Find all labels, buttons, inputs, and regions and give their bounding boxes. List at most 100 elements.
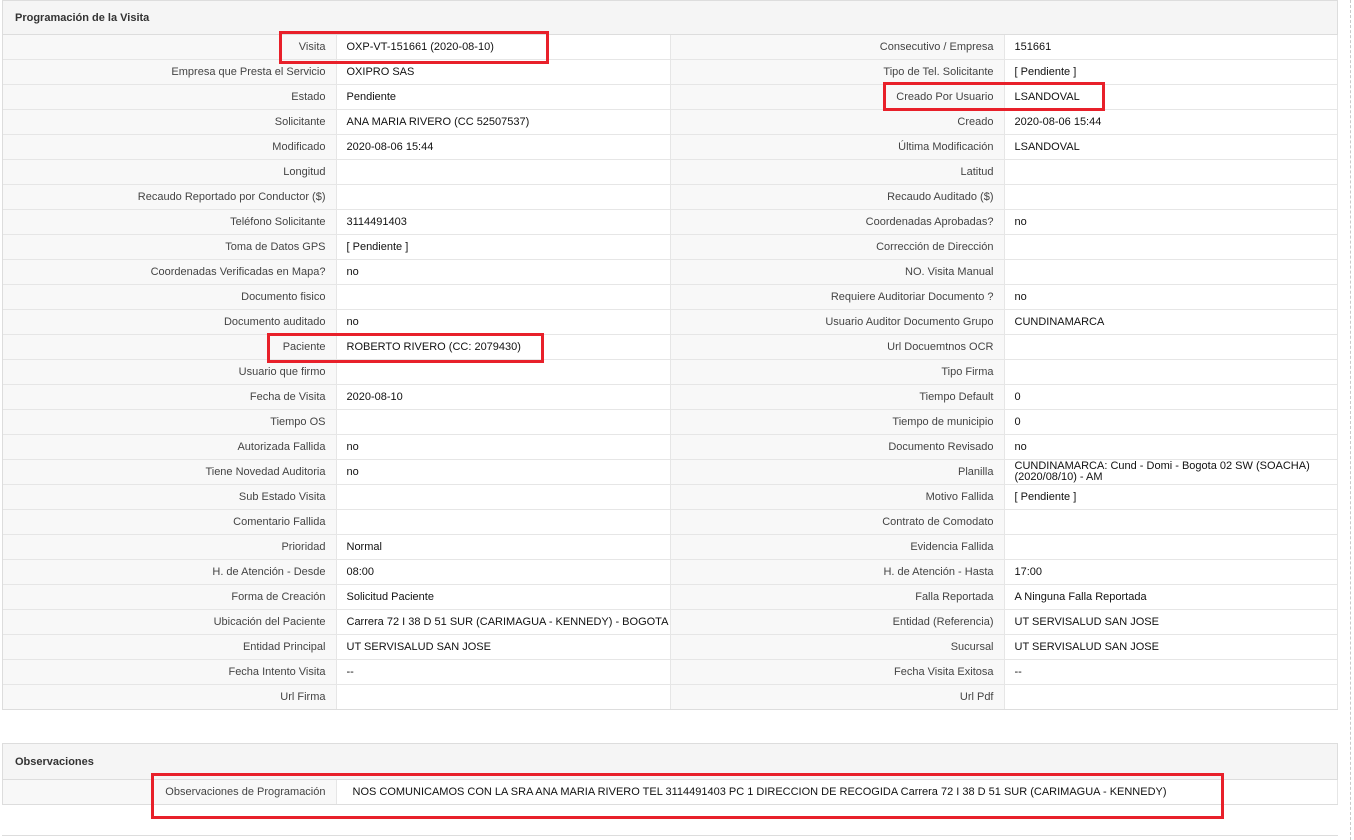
bottom-divider [2,835,1338,836]
field-value [1004,509,1338,535]
field-label: Documento fisico [3,284,337,310]
table-row: Comentario Fallida Contrato de Comodato [3,509,1338,535]
field-value: [ Pendiente ] [1004,484,1338,510]
field-value: OXP-VT-151661 (2020-08-10) [336,35,671,60]
field-label: Entidad (Referencia) [670,609,1005,635]
field-value: [ Pendiente ] [336,234,671,260]
field-value: no [336,259,671,285]
programacion-title: Programación de la Visita [3,1,1337,35]
field-value: no [336,434,671,460]
field-value: ANA MARIA RIVERO (CC 52507537) [336,109,671,135]
field-label: Requiere Auditoriar Documento ? [670,284,1005,310]
field-label: Creado Por Usuario [670,84,1005,110]
field-value: 2020-08-06 15:44 [336,134,671,160]
field-label: Consecutivo / Empresa [670,35,1005,60]
field-label: Autorizada Fallida [3,434,337,460]
observaciones-value: NOS COMUNICAMOS CON LA SRA ANA MARIA RIV… [336,780,1338,804]
field-value [336,509,671,535]
table-row: Forma de Creación Solicitud Paciente Falla… [3,584,1338,610]
field-label: NO. Visita Manual [670,259,1005,285]
field-value: [ Pendiente ] [1004,59,1338,85]
table-row: Longitud Latitud [3,159,1338,185]
field-label: Tipo Firma [670,359,1005,385]
field-label: Teléfono Solicitante [3,209,337,235]
field-label: Creado [670,109,1005,135]
field-value: 2020-08-06 15:44 [1004,109,1338,135]
field-label: Coordenadas Verificadas en Mapa? [3,259,337,285]
field-label: Fecha Intento Visita [3,659,337,685]
field-value: no [1004,434,1338,460]
field-label: Estado [3,84,337,110]
field-value [1004,259,1338,285]
field-label: Planilla [670,459,1005,485]
field-value [1004,334,1338,360]
field-value: 3114491403 [336,209,671,235]
field-label: Entidad Principal [3,634,337,660]
field-value: no [336,459,671,485]
field-label: Sucursal [670,634,1005,660]
field-label: Prioridad [3,534,337,560]
field-value: ROBERTO RIVERO (CC: 2079430) [336,334,671,360]
field-value: Carrera 72 I 38 D 51 SUR (CARIMAGUA - KE… [336,609,671,635]
field-label: Url Firma [3,684,337,709]
table-row: Tiene Novedad Auditoria no Planilla CUNDIN… [3,459,1338,485]
field-label: Toma de Datos GPS [3,234,337,260]
field-label: H. de Atención - Hasta [670,559,1005,585]
field-value: Solicitud Paciente [336,584,671,610]
field-value [1004,359,1338,385]
field-value: 0 [1004,409,1338,435]
table-row: Toma de Datos GPS[ Pendiente ] Corrección… [3,234,1338,260]
field-value: A Ninguna Falla Reportada [1004,584,1338,610]
field-value [336,484,671,510]
field-label: Latitud [670,159,1005,185]
field-label: Solicitante [3,109,337,135]
table-row: Documento auditado no Usuario Auditor Doc… [3,309,1338,335]
field-label: Usuario que firmo [3,359,337,385]
field-value: UT SERVISALUD SAN JOSE [1004,634,1338,660]
observaciones-label: Observaciones de Programación [3,780,337,804]
table-row: Prioridad Normal Evidencia Fallida [3,534,1338,560]
field-label: Ubicación del Paciente [3,609,337,635]
field-label: Tiene Novedad Auditoria [3,459,337,485]
field-value: LSANDOVAL [1004,134,1338,160]
field-value: 17:00 [1004,559,1338,585]
field-label: Tiempo OS [3,409,337,435]
observaciones-panel: Observaciones Observaciones de Programac… [2,743,1338,805]
table-row: Recaudo Reportado por Conductor ($) Recau… [3,184,1338,210]
field-label: Corrección de Dirección [670,234,1005,260]
table-row: Modificado 2020-08-06 15:44 Última Modific… [3,134,1338,160]
observaciones-table: Observaciones de Programación NOS COMUNI… [3,780,1338,804]
table-row: Sub Estado Visita Motivo Fallida[ Pendien… [3,484,1338,510]
field-label: Empresa que Presta el Servicio [3,59,337,85]
field-label: Evidencia Fallida [670,534,1005,560]
programacion-table: Visita OXP-VT-151661 (2020-08-10) Consecut… [3,35,1338,709]
dashed-divider [1350,0,1351,840]
field-value: CUNDINAMARCA: Cund - Domi - Bogota 02 SW… [1004,459,1338,485]
field-value: no [1004,209,1338,235]
field-label: Falla Reportada [670,584,1005,610]
field-value: 151661 [1004,35,1338,60]
field-value [336,184,671,210]
field-label: Url Pdf [670,684,1005,709]
field-label: Documento Revisado [670,434,1005,460]
programacion-panel: Programación de la Visita Visita OXP-VT-1… [2,0,1338,710]
field-label: Usuario Auditor Documento Grupo [670,309,1005,335]
field-label: Tiempo de municipio [670,409,1005,435]
field-label: Comentario Fallida [3,509,337,535]
field-value: LSANDOVAL [1004,84,1338,110]
table-row: H. de Atención - Desde 08:00 H. de Atenció… [3,559,1338,585]
field-label: H. de Atención - Desde [3,559,337,585]
field-value [1004,234,1338,260]
field-label: Contrato de Comodato [670,509,1005,535]
field-label: Modificado [3,134,337,160]
field-value: Normal [336,534,671,560]
field-value [1004,184,1338,210]
table-row: Url Firma Url Pdf [3,684,1338,709]
table-row: Ubicación del Paciente Carrera 72 I 38 D … [3,609,1338,635]
table-row: Coordenadas Verificadas en Mapa? no NO. V… [3,259,1338,285]
field-value [336,159,671,185]
table-row: Fecha de Visita 2020-08-10 Tiempo Default… [3,384,1338,410]
table-row: Teléfono Solicitante 3114491403 Coordenada… [3,209,1338,235]
table-row: Autorizada Fallida no Documento Revisado … [3,434,1338,460]
field-label: Recaudo Auditado ($) [670,184,1005,210]
